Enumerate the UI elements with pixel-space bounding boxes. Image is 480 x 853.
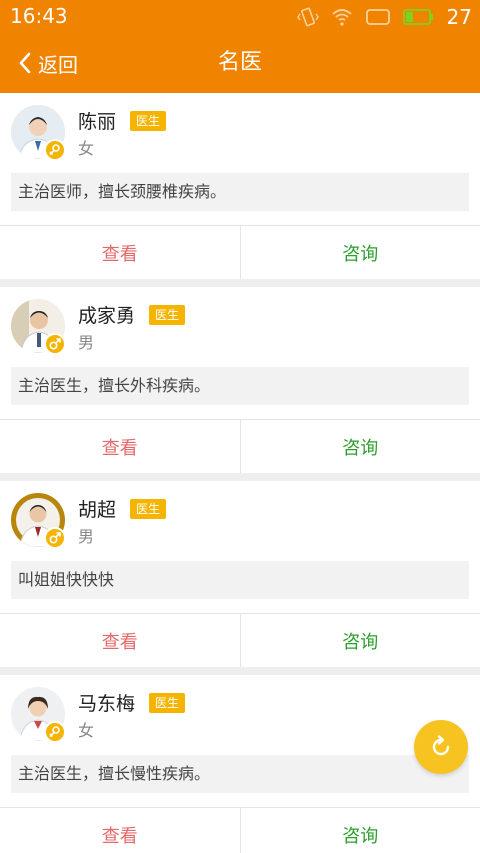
nav-bar: 返回 名医 (0, 33, 480, 93)
sim-icon (365, 9, 390, 25)
doctor-description: 主治医生，擅长慢性疾病。 (11, 755, 469, 793)
male-icon (44, 527, 66, 549)
doctor-description: 主治医师，擅长颈腰椎疾病。 (11, 173, 469, 211)
doctor-description: 主治医生，擅长外科疾病。 (11, 367, 469, 405)
name-row: 陈丽 医生 (78, 107, 167, 134)
role-badge: 医生 (149, 692, 186, 713)
name-row: 胡超 医生 (78, 495, 167, 522)
doctor-gender: 男 (78, 333, 95, 352)
doctor-name: 胡超 (78, 499, 117, 521)
consult-button[interactable]: 咨询 (241, 808, 480, 853)
refresh-button[interactable] (414, 720, 468, 774)
doctor-card: 成家勇 医生 男 主治医生，擅长外科疾病。 查看 咨询 (0, 287, 480, 473)
doctor-gender: 男 (78, 527, 95, 546)
view-button[interactable]: 查看 (0, 226, 241, 279)
doctor-card: 胡超 医生 男 叫姐姐快快快 查看 咨询 (0, 481, 480, 667)
status-time: 16:43 (10, 4, 68, 28)
consult-button[interactable]: 咨询 (241, 420, 480, 473)
view-button[interactable]: 查看 (0, 808, 241, 853)
doctor-gender: 女 (78, 721, 95, 740)
view-button[interactable]: 查看 (0, 614, 241, 667)
consult-button[interactable]: 咨询 (241, 614, 480, 667)
card-actions: 查看 咨询 (0, 807, 480, 853)
status-icons: 27 (296, 3, 472, 31)
card-actions: 查看 咨询 (0, 419, 480, 473)
doctor-card: 马东梅 医生 女 主治医生，擅长慢性疾病。 查看 咨询 (0, 675, 480, 853)
female-icon (44, 721, 66, 743)
view-button[interactable]: 查看 (0, 420, 241, 473)
card-actions: 查看 咨询 (0, 613, 480, 667)
doctor-name: 马东梅 (78, 693, 136, 715)
role-badge: 医生 (130, 110, 167, 131)
wifi-icon (331, 9, 352, 26)
doctor-card: 陈丽 医生 女 主治医师，擅长颈腰椎疾病。 查看 咨询 (0, 93, 480, 279)
role-badge: 医生 (130, 498, 167, 519)
male-icon (44, 333, 66, 355)
name-row: 成家勇 医生 (78, 301, 186, 328)
doctor-name: 陈丽 (78, 111, 117, 133)
refresh-icon (432, 735, 450, 756)
status-bar: 16:43 27 (0, 0, 480, 33)
name-row: 马东梅 医生 (78, 689, 186, 716)
page-title: 名医 (217, 50, 262, 75)
consult-button[interactable]: 咨询 (241, 226, 480, 279)
battery-icon (402, 9, 433, 25)
doctor-gender: 女 (78, 139, 95, 158)
doctor-name: 成家勇 (78, 305, 136, 327)
doctor-list: 陈丽 医生 女 主治医师，擅长颈腰椎疾病。 查看 咨询 成家勇 医生 男 主治医… (0, 93, 480, 853)
role-badge: 医生 (149, 304, 186, 325)
doctor-description: 叫姐姐快快快 (11, 561, 469, 599)
vibrate-icon (296, 7, 319, 27)
battery-level: 27 (446, 5, 472, 29)
card-actions: 查看 咨询 (0, 225, 480, 279)
female-icon (44, 139, 66, 161)
